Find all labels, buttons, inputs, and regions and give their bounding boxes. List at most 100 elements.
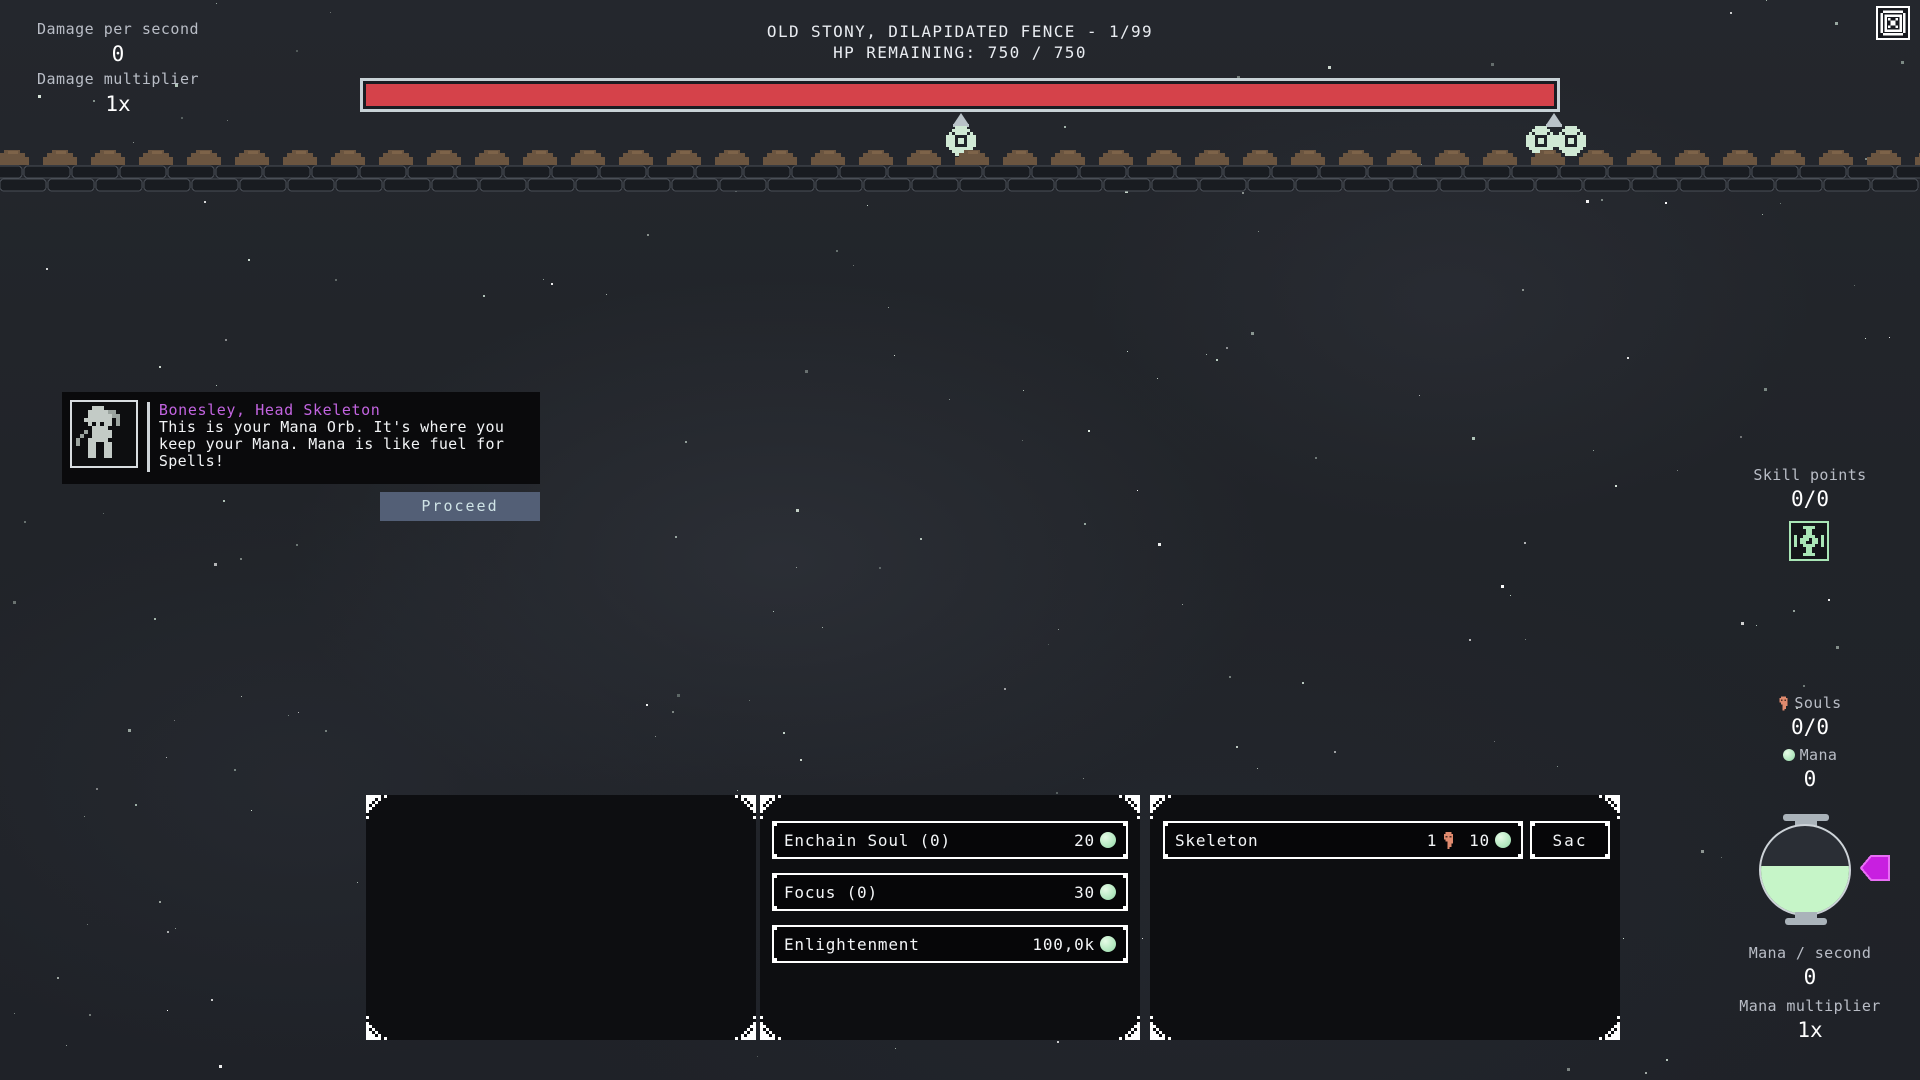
dither-pixel — [1137, 1031, 1140, 1034]
dither-pixel — [1168, 1037, 1171, 1040]
dither-pixel — [1150, 1016, 1153, 1019]
panel-corner-decoration — [730, 1014, 756, 1040]
corner-nub — [1123, 958, 1127, 962]
corner-nub — [1518, 854, 1522, 858]
dither-pixel — [753, 1037, 756, 1040]
spell-cost-value: 30 — [1074, 882, 1095, 902]
skill-points-value: 0/0 — [1791, 487, 1829, 511]
dither-pixel — [372, 1028, 375, 1031]
skill-tree-button[interactable] — [1789, 521, 1829, 561]
dither-pixel — [747, 1037, 750, 1040]
dither-pixel — [1153, 807, 1156, 810]
mana-label: Mana — [1799, 746, 1838, 764]
minion-row-skeleton[interactable]: Skeleton 1 10 — [1163, 821, 1523, 859]
dither-pixel — [1125, 1034, 1128, 1037]
dither-pixel — [766, 1034, 769, 1037]
dither-pixel — [772, 798, 775, 801]
dither-pixel — [1137, 1034, 1140, 1037]
dither-pixel — [1617, 1028, 1620, 1031]
dither-pixel — [1137, 1037, 1140, 1040]
mana-orb-icon — [1100, 936, 1116, 952]
dither-pixel — [1159, 801, 1162, 804]
dither-pixel — [1134, 1031, 1137, 1034]
dither-pixel — [747, 1034, 750, 1037]
dither-pixel — [372, 804, 375, 807]
mana-per-second-label: Mana / second — [1748, 944, 1872, 962]
magenta-pointer-icon — [1859, 852, 1891, 888]
damage-multiplier-stat: Damage multiplier 1x — [18, 70, 218, 116]
dither-pixel — [769, 1031, 772, 1034]
mana-label-row: Mana — [1700, 746, 1920, 764]
dither-pixel — [1153, 1025, 1156, 1028]
dither-pixel — [1156, 1028, 1159, 1031]
dither-pixel — [375, 801, 378, 804]
minion-mana-cost-group: 10 — [1469, 831, 1511, 850]
skill-tree-icon — [1794, 526, 1824, 556]
damage-multiplier-value: 1x — [105, 92, 131, 116]
dither-pixel — [735, 1037, 738, 1040]
dither-pixel — [1137, 1028, 1140, 1031]
dither-pixel — [753, 1025, 756, 1028]
dither-pixel — [1162, 1034, 1165, 1037]
dither-pixel — [1614, 1031, 1617, 1034]
dither-pixel — [753, 1028, 756, 1031]
panel-corner-decoration — [1150, 795, 1176, 821]
mana-multiplier-stat: Mana multiplier 1x — [1700, 997, 1920, 1042]
dither-pixel — [1128, 1037, 1131, 1040]
dither-pixel — [753, 1031, 756, 1034]
dither-pixel — [369, 807, 372, 810]
dither-pixel — [760, 1016, 763, 1019]
panel-corner-decoration — [366, 795, 392, 821]
dither-pixel — [747, 1028, 750, 1031]
dither-pixel — [763, 807, 766, 810]
souls-stat: Souls 0/0 — [1700, 694, 1920, 739]
spell-row-enlightenment[interactable]: Enlightenment 100,0k — [772, 925, 1128, 963]
dither-pixel — [750, 1025, 753, 1028]
souls-label-row: Souls — [1700, 694, 1920, 712]
dither-pixel — [1614, 1037, 1617, 1040]
dialog-speaker-name: Bonesley, Head Skeleton — [158, 401, 381, 419]
corner-nub — [1531, 854, 1535, 858]
dither-pixel — [760, 1022, 763, 1025]
mana-orb-widget[interactable] — [1751, 814, 1890, 934]
dither-pixel — [1611, 1028, 1614, 1031]
dither-pixel — [1168, 795, 1171, 798]
dither-pixel — [1150, 810, 1153, 813]
dither-pixel — [1617, 1037, 1620, 1040]
dither-pixel — [1617, 1016, 1620, 1019]
dither-pixel — [1119, 795, 1122, 798]
dither-pixel — [1614, 1025, 1617, 1028]
dither-pixel — [366, 816, 369, 819]
mana-multiplier-value: 1x — [1797, 1018, 1823, 1042]
dither-pixel — [1131, 1037, 1134, 1040]
proceed-button[interactable]: Proceed — [380, 492, 540, 521]
spell-cost-group: 30 — [1074, 883, 1116, 902]
spell-cost-group: 20 — [1074, 831, 1116, 850]
dither-pixel — [384, 1037, 387, 1040]
achievements-button[interactable] — [1876, 6, 1910, 40]
corner-nub — [1518, 822, 1522, 826]
corner-nub — [773, 906, 777, 910]
corner-nub — [1164, 854, 1168, 858]
dither-pixel — [1611, 1037, 1614, 1040]
corner-nub — [773, 958, 777, 962]
dither-pixel — [750, 1037, 753, 1040]
damage-multiplier-label: Damage multiplier — [36, 70, 200, 88]
dither-pixel — [1617, 1025, 1620, 1028]
left-empty-panel — [366, 795, 756, 1040]
corner-nub — [1123, 906, 1127, 910]
dither-pixel — [741, 1037, 744, 1040]
spell-row-focus[interactable]: Focus (0) 30 — [772, 873, 1128, 911]
dither-pixel — [744, 1037, 747, 1040]
mana-per-second-value: 0 — [1803, 965, 1817, 989]
spell-cost-value: 20 — [1074, 830, 1095, 850]
corner-nub — [773, 874, 777, 878]
corner-nub — [1123, 822, 1127, 826]
dither-pixel — [741, 1034, 744, 1037]
dither-pixel — [753, 1034, 756, 1037]
sacrifice-button[interactable]: Sac — [1530, 821, 1610, 859]
corner-nub — [773, 822, 777, 826]
dither-pixel — [366, 1016, 369, 1019]
dither-pixel — [760, 810, 763, 813]
spell-row-enchain-soul[interactable]: Enchain Soul (0) 20 — [772, 821, 1128, 859]
